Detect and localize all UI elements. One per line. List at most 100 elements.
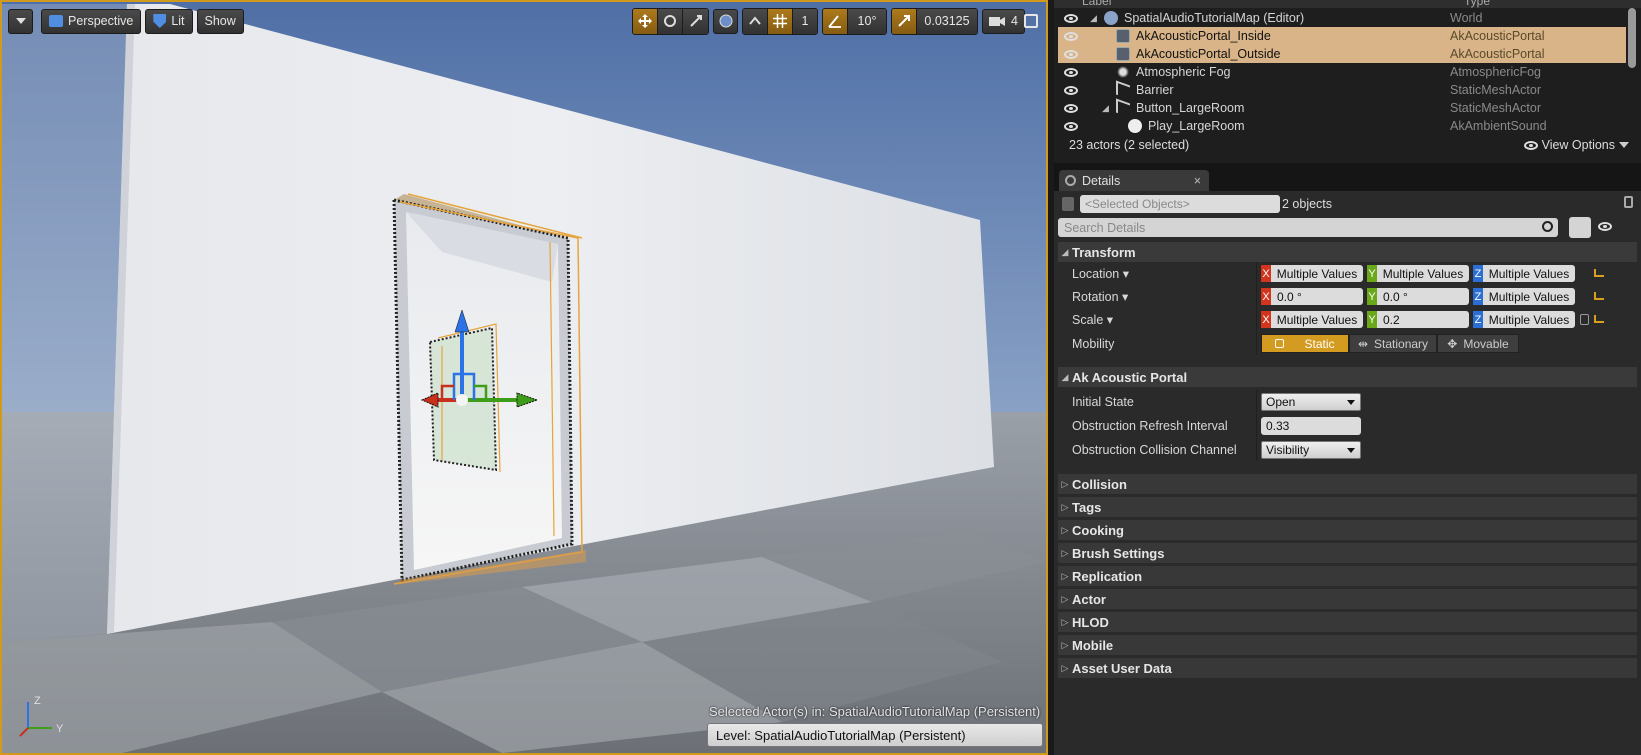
outliner-header: Label Type — [1054, 0, 1641, 8]
reset-to-default-icon[interactable] — [1594, 315, 1604, 323]
category-actor[interactable]: ▷ Actor — [1058, 589, 1637, 609]
perspective-label: Perspective — [68, 14, 134, 28]
outliner-row[interactable]: AkAcousticPortal_Inside AkAcousticPortal — [1058, 27, 1626, 45]
grid-snap-value[interactable]: 1 — [793, 8, 817, 34]
viewport-menu-button[interactable] — [8, 8, 33, 34]
scale-y-field[interactable]: 0.2 — [1377, 311, 1469, 328]
scale-mode-button[interactable] — [683, 8, 708, 34]
selected-objects-text: <Selected Objects> — [1085, 197, 1190, 211]
mobility-movable-button[interactable]: ✥ Movable — [1437, 334, 1519, 353]
refresh-interval-field[interactable]: 0.33 — [1261, 416, 1361, 435]
expand-arrow-icon: ▷ — [1061, 662, 1069, 673]
selected-objects-field[interactable]: <Selected Objects> — [1080, 195, 1280, 213]
visibility-eye-icon[interactable] — [1064, 121, 1078, 131]
grid-snap-toggle[interactable] — [768, 8, 793, 34]
actor-icon — [1116, 47, 1130, 61]
category-replication[interactable]: ▷ Replication — [1058, 566, 1637, 586]
category-ak-acoustic-portal[interactable]: ◢ Ak Acoustic Portal — [1058, 367, 1637, 387]
category-brush-settings[interactable]: ▷ Brush Settings — [1058, 543, 1637, 563]
mobility-stationary-button[interactable]: ⇹ Stationary — [1349, 334, 1437, 353]
location-x-field[interactable]: Multiple Values — [1271, 265, 1363, 282]
rotation-snap-toggle[interactable] — [823, 8, 848, 34]
column-separator — [1256, 285, 1257, 308]
perspective-button[interactable]: Perspective — [41, 8, 142, 34]
visibility-eye-icon[interactable] — [1064, 103, 1078, 113]
expand-arrow-icon: ▷ — [1061, 570, 1069, 581]
level-viewport[interactable]: Perspective Lit Show 1 10° 0.03125 4 Z Y… — [0, 0, 1048, 755]
rotation-z-field[interactable]: Multiple Values — [1483, 288, 1575, 305]
outliner-row-label: Button_LargeRoom — [1136, 101, 1245, 115]
outliner-row[interactable]: AkAcousticPortal_Outside AkAcousticPortal — [1058, 45, 1626, 63]
visibility-eye-icon[interactable] — [1064, 49, 1078, 59]
outliner-row[interactable]: Atmospheric Fog AtmosphericFog — [1058, 63, 1626, 81]
outliner-row-label: SpatialAudioTutorialMap (Editor) — [1124, 11, 1305, 25]
expand-arrow-icon[interactable]: ◢ — [1090, 13, 1097, 24]
location-z-field[interactable]: Multiple Values — [1483, 265, 1575, 282]
location-label[interactable]: Location ▾ — [1072, 266, 1129, 281]
scale-snap-value[interactable]: 0.03125 — [917, 8, 977, 34]
category-collision[interactable]: ▷ Collision — [1058, 474, 1637, 494]
rotate-mode-button[interactable] — [658, 8, 683, 34]
current-level-bar[interactable]: Level: SpatialAudioTutorialMap (Persiste… — [707, 723, 1043, 747]
rotation-x-field[interactable]: 0.0 ° — [1271, 288, 1363, 305]
rotation-label-text: Rotation — [1072, 290, 1119, 304]
initial-state-dropdown[interactable]: Open — [1261, 392, 1361, 411]
scale-x-field[interactable]: Multiple Values — [1271, 311, 1363, 328]
visibility-eye-icon[interactable] — [1064, 85, 1078, 95]
visibility-eye-icon[interactable] — [1064, 31, 1078, 41]
camera-speed-button[interactable]: 4 — [982, 8, 1025, 34]
visibility-eye-icon[interactable] — [1598, 222, 1612, 231]
outliner-row[interactable]: Barrier StaticMeshActor — [1058, 80, 1626, 100]
surface-snap-button[interactable] — [743, 8, 768, 34]
category-asset-user-data[interactable]: ▷ Asset User Data — [1058, 658, 1637, 678]
location-y-field[interactable]: Multiple Values — [1377, 265, 1469, 282]
type-column-header[interactable]: Type — [1464, 0, 1490, 8]
view-mode-lit-button[interactable]: Lit — [145, 8, 193, 34]
outliner-row[interactable]: ◢ Button_LargeRoom StaticMeshActor — [1058, 98, 1626, 118]
view-options-button[interactable]: View Options — [1523, 138, 1629, 152]
expand-arrow-icon[interactable]: ◢ — [1102, 103, 1109, 114]
rotation-label[interactable]: Rotation ▾ — [1072, 289, 1128, 304]
world-icon — [1104, 11, 1118, 25]
mobility-static-button[interactable]: Static — [1261, 334, 1349, 353]
search-details-input[interactable]: Search Details — [1058, 218, 1558, 237]
category-title: Collision — [1072, 476, 1127, 492]
y-axis-badge: Y — [1367, 265, 1377, 282]
tab-details[interactable]: Details × — [1059, 170, 1209, 191]
initial-state-label: Initial State — [1072, 394, 1134, 409]
world-local-toggle[interactable] — [713, 8, 738, 34]
outliner-row-type: AkAcousticPortal — [1450, 47, 1545, 61]
axis-z-label: Z — [34, 695, 41, 707]
outliner-row[interactable]: ◢ SpatialAudioTutorialMap (Editor) World — [1058, 9, 1626, 27]
outliner-scrollbar[interactable] — [1628, 8, 1636, 68]
padlock-icon[interactable] — [1624, 196, 1633, 208]
grid-snap-text: 1 — [801, 14, 809, 28]
reset-to-default-icon[interactable] — [1594, 292, 1604, 300]
category-cooking[interactable]: ▷ Cooking — [1058, 520, 1637, 540]
details-tab-label: Details — [1082, 173, 1121, 188]
category-hlod[interactable]: ▷ HLOD — [1058, 612, 1637, 632]
scale-label[interactable]: Scale ▾ — [1072, 312, 1113, 327]
translate-mode-button[interactable] — [633, 8, 658, 34]
maximize-viewport-icon[interactable] — [1024, 14, 1038, 28]
scale-lock-icon[interactable] — [1580, 314, 1589, 325]
close-icon[interactable]: × — [1194, 174, 1201, 188]
outliner-row-type: AtmosphericFog — [1450, 65, 1542, 79]
label-column-header[interactable]: Label — [1082, 0, 1111, 8]
visibility-eye-icon[interactable] — [1064, 13, 1078, 23]
category-mobile[interactable]: ▷ Mobile — [1058, 635, 1637, 655]
show-button[interactable]: Show — [196, 8, 244, 34]
scale-z-field[interactable]: Multiple Values — [1483, 311, 1575, 328]
property-matrix-button[interactable] — [1569, 217, 1591, 238]
lock-selection-icon[interactable] — [1062, 197, 1074, 211]
scale-snap-toggle[interactable] — [892, 8, 917, 34]
reset-to-default-icon[interactable] — [1594, 269, 1604, 277]
rotation-y-field[interactable]: 0.0 ° — [1377, 288, 1469, 305]
rotation-snap-value[interactable]: 10° — [848, 8, 886, 34]
visibility-eye-icon[interactable] — [1064, 67, 1078, 77]
collision-channel-dropdown[interactable]: Visibility — [1261, 440, 1361, 459]
scene-render[interactable] — [2, 2, 1046, 753]
category-transform[interactable]: ◢ Transform — [1058, 242, 1637, 262]
outliner-row-type: StaticMeshActor — [1450, 83, 1542, 97]
category-tags[interactable]: ▷ Tags — [1058, 497, 1637, 517]
